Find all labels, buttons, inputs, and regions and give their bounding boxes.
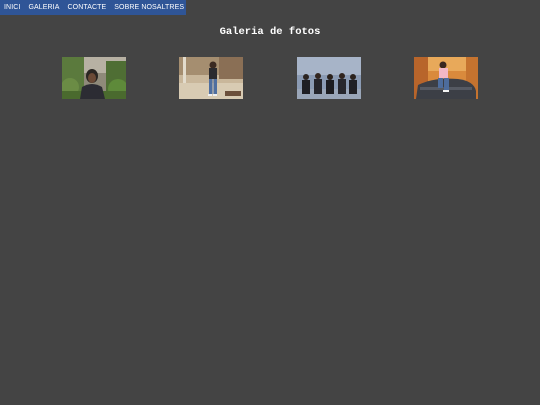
gallery-photo-1-image [62,57,126,99]
nav-item-contacte[interactable]: CONTACTE [64,0,111,15]
gallery-photo-4[interactable] [414,57,478,99]
gallery-photo-3[interactable] [297,57,361,99]
photo-gallery [0,57,540,99]
gallery-photo-1[interactable] [62,57,126,99]
nav-item-galeria[interactable]: GALERIA [24,0,63,15]
top-nav: INICI GALERIA CONTACTE SOBRE NOSALTRES [0,0,186,15]
nav-item-sobre-nosaltres[interactable]: SOBRE NOSALTRES [110,0,188,15]
nav-item-inici[interactable]: INICI [0,0,24,15]
gallery-photo-2[interactable] [179,57,243,99]
page-title: Galeria de fotos [219,26,321,38]
gallery-photo-4-image [414,57,478,99]
gallery-photo-3-image [297,57,361,99]
gallery-photo-2-image [179,57,243,99]
